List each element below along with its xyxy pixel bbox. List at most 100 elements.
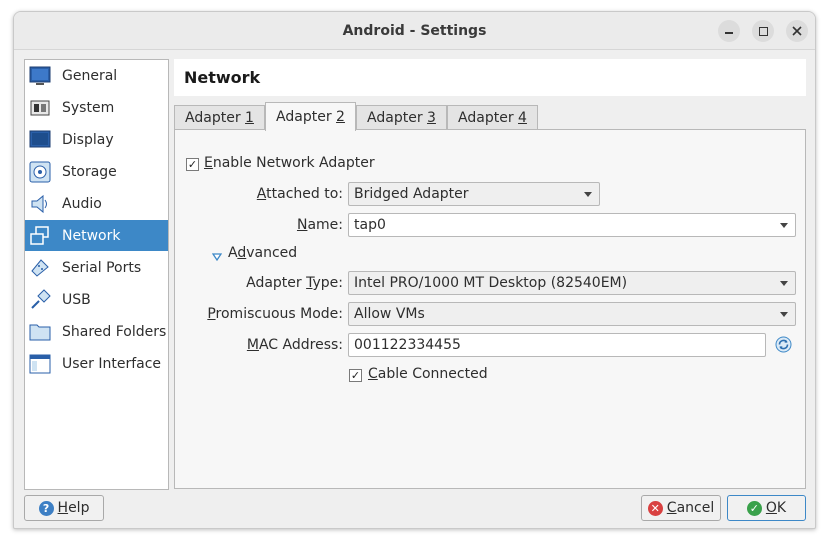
sidebar-item-usb[interactable]: USB <box>25 284 168 315</box>
cable-connected-label[interactable]: Cable Connected <box>368 366 488 382</box>
label-text: A <box>228 245 238 261</box>
general-icon <box>29 65 51 87</box>
audio-icon <box>29 193 51 215</box>
refresh-mac-button[interactable] <box>775 336 792 353</box>
chevron-down-icon <box>780 281 788 286</box>
sidebar-item-serial-ports[interactable]: Serial Ports <box>25 252 168 283</box>
promiscuous-mode-label: Promiscuous Mode: <box>195 306 343 322</box>
label-text: vanced <box>246 245 298 261</box>
advanced-expander-icon[interactable] <box>211 249 223 265</box>
minimize-icon <box>725 32 733 34</box>
sidebar-item-user-interface[interactable]: User Interface <box>25 348 168 379</box>
enable-adapter-label[interactable]: Enable Network Adapter <box>204 155 375 171</box>
button-label: K <box>776 500 787 516</box>
sidebar-item-system[interactable]: System <box>25 92 168 123</box>
promiscuous-mode-select[interactable]: Allow VMs <box>348 302 796 326</box>
tab-adapter-4[interactable]: Adapter 4 <box>447 105 538 130</box>
mnemonic: M <box>246 337 259 353</box>
mnemonic: N <box>296 217 308 233</box>
close-icon <box>792 26 802 36</box>
cable-connected-checkbox[interactable]: ✓ <box>349 369 362 382</box>
adapter-type-value: Intel PRO/1000 MT Desktop (82540EM) <box>354 275 628 291</box>
attached-to-select[interactable]: Bridged Adapter <box>348 182 600 206</box>
sidebar-item-display[interactable]: Display <box>25 124 168 155</box>
maximize-button[interactable] <box>752 20 774 42</box>
sidebar-item-label: Audio <box>62 195 102 212</box>
mnemonic: O <box>765 500 777 516</box>
serial-ports-icon <box>29 257 51 279</box>
mnemonic: C <box>368 366 378 382</box>
mnemonic: H <box>57 500 69 516</box>
tab-mnemonic: 3 <box>427 110 436 126</box>
window-title: Android - Settings <box>342 23 487 39</box>
tab-adapter-1[interactable]: Adapter 1 <box>174 105 265 130</box>
promiscuous-mode-value: Allow VMs <box>354 306 425 322</box>
help-icon: ? <box>38 500 54 516</box>
mac-address-input[interactable]: 001122334455 <box>348 333 766 357</box>
adapter-panel: ✓ Enable Network Adapter Attached to: Br… <box>174 129 806 489</box>
sidebar-item-network[interactable]: Network <box>25 220 168 251</box>
adapter-type-select[interactable]: Intel PRO/1000 MT Desktop (82540EM) <box>348 271 796 295</box>
usb-icon <box>29 288 51 311</box>
close-button[interactable] <box>786 20 808 42</box>
label-text: romiscuous Mode: <box>215 306 343 322</box>
system-icon <box>29 97 51 119</box>
attached-to-label: Attached to: <box>195 186 343 202</box>
tab-mnemonic: 4 <box>518 110 527 126</box>
sidebar-item-label: General <box>62 67 118 84</box>
tab-adapter-3[interactable]: Adapter 3 <box>356 105 447 130</box>
cancel-icon: ✕ <box>647 500 663 516</box>
sidebar-item-label: Serial Ports <box>62 259 142 276</box>
sidebar-item-general[interactable]: General <box>25 60 168 91</box>
sidebar-item-audio[interactable]: Audio <box>25 188 168 219</box>
tab-label: Adapter <box>458 110 519 126</box>
label-text: ttached to: <box>266 186 343 202</box>
help-button[interactable]: ? Help <box>24 495 104 521</box>
chevron-down-icon <box>584 192 592 197</box>
enable-adapter-checkbox[interactable]: ✓ <box>186 158 199 171</box>
sidebar-item-shared-folders[interactable]: Shared Folders <box>25 316 168 347</box>
name-value: tap0 <box>354 217 386 233</box>
sidebar-item-storage[interactable]: Storage <box>25 156 168 187</box>
ok-icon: ✓ <box>746 500 762 516</box>
page-title: Network <box>174 59 806 96</box>
name-select[interactable]: tap0 <box>348 213 796 237</box>
cancel-button[interactable]: ✕ Cancel <box>641 495 721 521</box>
label-text: nable Network Adapter <box>212 155 375 171</box>
mnemonic: C <box>666 500 677 516</box>
label-text: AC Address: <box>258 337 343 353</box>
mnemonic: E <box>204 155 213 171</box>
sidebar-item-label: Shared Folders <box>62 323 167 340</box>
ok-button[interactable]: ✓ OK <box>727 495 806 521</box>
user-interface-icon <box>29 353 51 375</box>
tab-mnemonic: 1 <box>245 110 254 126</box>
advanced-toggle[interactable]: Advanced <box>228 245 297 261</box>
sidebar-item-label: Storage <box>62 163 117 180</box>
maximize-icon <box>758 26 768 36</box>
tab-label: Adapter <box>276 109 337 125</box>
network-icon <box>29 225 51 247</box>
name-label: Name: <box>195 217 343 233</box>
tab-label: Adapter <box>367 110 428 126</box>
button-label: elp <box>68 500 90 516</box>
display-icon <box>29 129 51 151</box>
button-label: ancel <box>676 500 715 516</box>
label-text: ame: <box>307 217 343 233</box>
settings-window: Android - Settings General System Displa… <box>13 11 816 529</box>
mac-address-label: MAC Address: <box>195 337 343 353</box>
sidebar-item-label: Display <box>62 131 114 148</box>
tab-mnemonic: 2 <box>336 109 345 125</box>
mnemonic: P <box>207 306 216 322</box>
minimize-button[interactable] <box>718 20 740 42</box>
chevron-down-icon <box>780 223 788 228</box>
label-text: Adapter <box>246 275 307 291</box>
sidebar-item-label: Network <box>62 227 121 244</box>
adapter-type-label: Adapter Type: <box>195 275 343 291</box>
tab-adapter-2[interactable]: Adapter 2 <box>265 102 356 131</box>
title-bar: Android - Settings <box>14 12 815 50</box>
shared-folders-icon <box>29 321 51 343</box>
sidebar-item-label: System <box>62 99 115 116</box>
settings-sidebar: General System Display Storage Audio Net… <box>24 59 169 490</box>
chevron-down-icon <box>780 312 788 317</box>
refresh-icon <box>775 336 792 353</box>
